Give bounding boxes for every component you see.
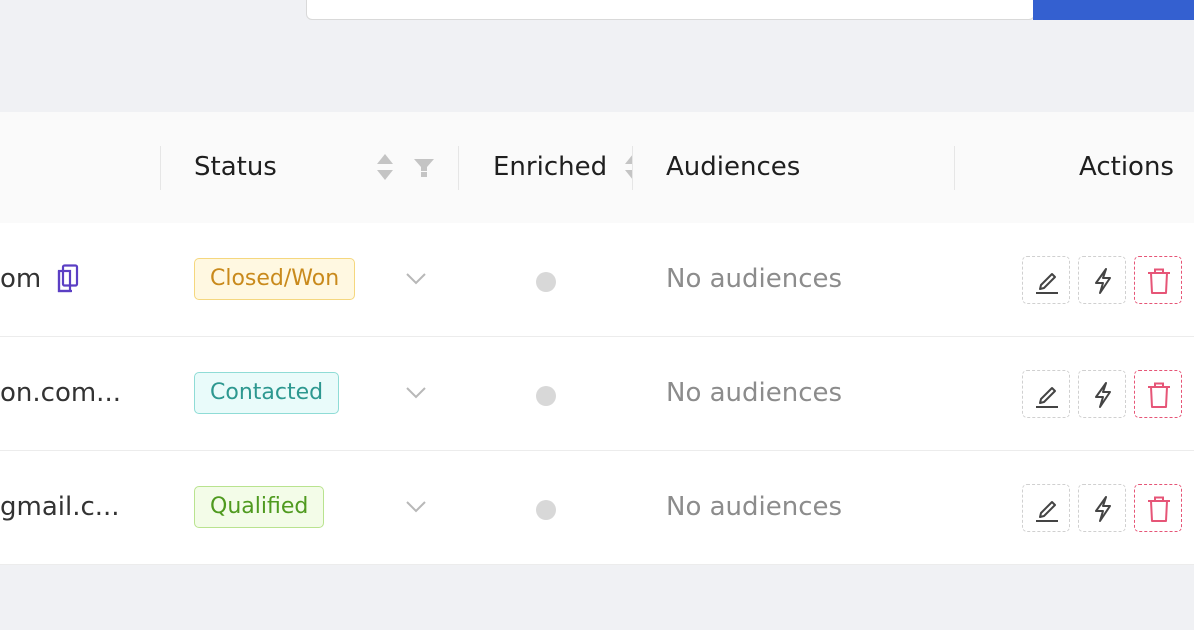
enrich-button[interactable] xyxy=(1078,484,1126,532)
lightning-icon xyxy=(1095,496,1111,522)
edit-icon xyxy=(1036,387,1058,408)
edit-button[interactable] xyxy=(1022,484,1070,532)
search-input[interactable] xyxy=(306,0,1035,20)
chevron-down-icon[interactable] xyxy=(404,383,428,403)
table-row: gmail.c... Qualified No audiences xyxy=(0,451,1194,565)
audiences-cell: No audiences xyxy=(666,492,843,522)
edit-button[interactable] xyxy=(1022,370,1070,418)
column-separator xyxy=(160,146,161,190)
trash-icon xyxy=(1148,382,1170,408)
column-separator xyxy=(458,146,459,190)
table-row: om Closed/Won No audiences xyxy=(0,223,1194,337)
table-header: Status Enriched Audiences Actions xyxy=(0,112,1194,224)
column-separator xyxy=(954,146,955,190)
lightning-icon xyxy=(1095,268,1111,294)
chevron-down-icon[interactable] xyxy=(404,497,428,517)
column-header-audiences: Audiences xyxy=(666,152,801,182)
copy-icon[interactable] xyxy=(56,264,80,294)
enriched-indicator xyxy=(536,500,556,520)
status-badge: Contacted xyxy=(194,372,340,414)
audiences-cell: No audiences xyxy=(666,264,843,294)
status-badge: Closed/Won xyxy=(194,258,356,300)
status-badge: Qualified xyxy=(194,486,325,528)
email-cell: gmail.c... xyxy=(0,492,120,522)
edit-icon xyxy=(1036,501,1058,522)
delete-button[interactable] xyxy=(1134,256,1182,304)
lightning-icon xyxy=(1095,382,1111,408)
enriched-indicator xyxy=(536,272,556,292)
status-sort-icon[interactable] xyxy=(376,153,394,183)
audiences-cell: No audiences xyxy=(666,378,843,408)
edit-button[interactable] xyxy=(1022,256,1070,304)
column-separator xyxy=(632,146,633,190)
trash-icon xyxy=(1148,268,1170,294)
enriched-sort-icon[interactable] xyxy=(624,153,632,183)
column-header-actions: Actions xyxy=(1079,152,1174,182)
edit-icon xyxy=(1036,273,1058,294)
delete-button[interactable] xyxy=(1134,370,1182,418)
search-button[interactable] xyxy=(1033,0,1194,20)
email-cell: on.com... xyxy=(0,378,121,408)
column-header-status[interactable]: Status xyxy=(194,112,277,223)
chevron-down-icon[interactable] xyxy=(404,269,428,289)
column-header-enriched[interactable]: Enriched xyxy=(493,112,607,223)
status-filter-icon[interactable] xyxy=(413,157,435,179)
table-row: on.com... Contacted No audiences xyxy=(0,337,1194,451)
email-cell: om xyxy=(0,264,42,294)
enriched-indicator xyxy=(536,386,556,406)
leads-table: Status Enriched Audiences Actions om Clo… xyxy=(0,112,1194,565)
enrich-button[interactable] xyxy=(1078,370,1126,418)
enrich-button[interactable] xyxy=(1078,256,1126,304)
trash-icon xyxy=(1148,496,1170,522)
delete-button[interactable] xyxy=(1134,484,1182,532)
